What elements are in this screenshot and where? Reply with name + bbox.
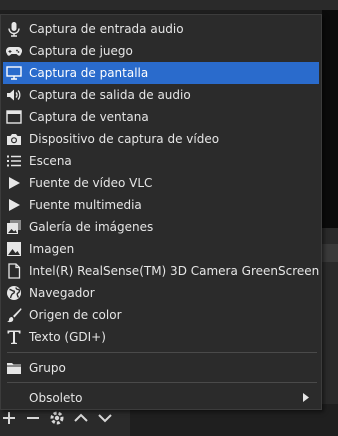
menu-item-label: Fuente de vídeo VLC — [29, 176, 153, 190]
chevron-up-icon[interactable] — [72, 409, 90, 427]
image-icon — [6, 241, 22, 257]
menu-item-deprecated[interactable]: Obsoleto — [3, 387, 319, 409]
menu-item-media-source[interactable]: Fuente multimedia — [3, 194, 319, 216]
menu-item-audio-output-capture[interactable]: Captura de salida de audio — [3, 84, 319, 106]
speaker-icon — [6, 87, 22, 103]
menu-item-label: Grupo — [29, 361, 66, 375]
menu-item-label: Captura de juego — [29, 44, 133, 58]
play-icon — [6, 197, 22, 213]
menu-item-game-capture[interactable]: Captura de juego — [3, 40, 319, 62]
menu-item-label: Navegador — [29, 286, 95, 300]
menu-item-audio-input-capture[interactable]: Captura de entrada audio — [3, 18, 319, 40]
menu-item-label: Dispositivo de captura de vídeo — [29, 132, 220, 146]
menu-item-label: Imagen — [29, 242, 75, 256]
menu-item-text-gdi[interactable]: Texto (GDI+) — [3, 326, 319, 348]
gamepad-icon — [6, 43, 22, 59]
text-icon — [6, 329, 22, 345]
menu-item-color-source[interactable]: Origen de color — [3, 304, 319, 326]
monitor-icon — [6, 65, 22, 81]
menu-item-label: Galería de imágenes — [29, 220, 154, 234]
globe-icon — [6, 285, 22, 301]
menu-item-window-capture[interactable]: Captura de ventana — [3, 106, 319, 128]
menu-item-realsense-greenscreen[interactable]: Intel(R) RealSense(TM) 3D Camera GreenSc… — [3, 260, 319, 282]
camera-icon — [6, 131, 22, 147]
menu-item-image-slideshow[interactable]: Galería de imágenes — [3, 216, 319, 238]
top-bar — [0, 0, 338, 10]
add-source-menu: Captura de entrada audio Captura de jueg… — [0, 14, 322, 410]
menu-item-label: Fuente multimedia — [29, 198, 142, 212]
submenu-arrow-icon — [303, 393, 309, 402]
menu-item-image[interactable]: Imagen — [3, 238, 319, 260]
chevron-down-icon[interactable] — [96, 409, 114, 427]
menu-item-label: Captura de entrada audio — [29, 22, 184, 36]
folder-icon — [6, 360, 22, 376]
list-icon — [6, 153, 22, 169]
sources-toolbar — [0, 408, 114, 428]
menu-item-label: Captura de ventana — [29, 110, 149, 124]
play-icon — [6, 175, 22, 191]
menu-item-label: Texto (GDI+) — [29, 330, 106, 344]
menu-item-label: Captura de pantalla — [29, 66, 149, 80]
menu-item-display-capture[interactable]: Captura de pantalla — [3, 62, 319, 84]
menu-item-label: Escena — [29, 154, 72, 168]
menu-item-group[interactable]: Grupo — [3, 357, 319, 379]
menu-separator — [7, 382, 317, 383]
window-icon — [6, 109, 22, 125]
menu-item-scene[interactable]: Escena — [3, 150, 319, 172]
brush-icon — [6, 307, 22, 323]
preview-panel — [322, 10, 338, 228]
image-gallery-icon — [6, 219, 22, 235]
menu-item-vlc-video-source[interactable]: Fuente de vídeo VLC — [3, 172, 319, 194]
remove-icon[interactable] — [24, 409, 42, 427]
dock-header — [322, 244, 338, 262]
menu-item-browser[interactable]: Navegador — [3, 282, 319, 304]
menu-item-label: Obsoleto — [29, 391, 83, 405]
menu-separator — [7, 352, 317, 353]
menu-item-label: Captura de salida de audio — [29, 88, 191, 102]
microphone-icon — [6, 21, 22, 37]
add-icon[interactable] — [0, 409, 18, 427]
file-icon — [6, 263, 22, 279]
menu-item-video-capture-device[interactable]: Dispositivo de captura de vídeo — [3, 128, 319, 150]
menu-item-label: Intel(R) RealSense(TM) 3D Camera GreenSc… — [29, 264, 320, 278]
gear-icon[interactable] — [48, 409, 66, 427]
menu-item-label: Origen de color — [29, 308, 122, 322]
